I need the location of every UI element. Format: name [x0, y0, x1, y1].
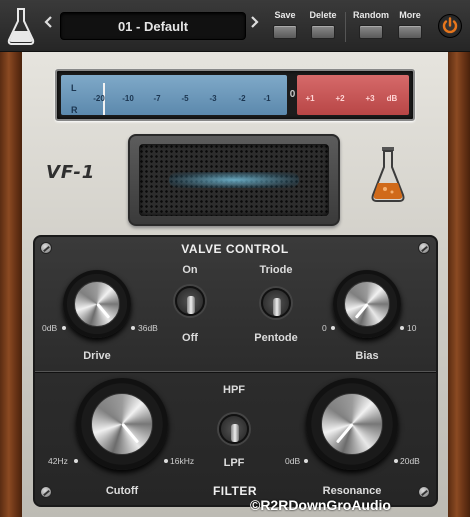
hpf-label: HPF [223, 384, 245, 396]
save-key[interactable] [273, 25, 297, 39]
meter-tick: -10 [122, 94, 134, 103]
power-icon [442, 17, 458, 34]
resonance-label: Resonance [322, 485, 382, 497]
bias-max-label: 10 [407, 323, 417, 333]
meter-tick: +3 [365, 94, 375, 103]
power-button[interactable] [438, 14, 462, 38]
watermark-text: ©R2RDownGroAudio [250, 497, 391, 513]
cutoff-label: Cutoff [105, 485, 139, 497]
resonance-knob[interactable] [306, 378, 398, 470]
hpf-lpf-switch-lever [231, 424, 239, 442]
drive-min-dot [62, 326, 66, 330]
cutoff-max-dot [164, 459, 168, 463]
meter-tick: -3 [209, 94, 217, 103]
random-button[interactable]: Random [353, 8, 389, 39]
next-preset-button[interactable] [250, 15, 260, 35]
resonance-min-label: 0dB [285, 456, 301, 466]
cutoff-min-dot [74, 459, 78, 463]
resonance-min-dot [304, 459, 308, 463]
bias-min-dot [331, 326, 335, 330]
hpf-lpf-switch[interactable] [219, 414, 249, 444]
screw-icon [418, 242, 430, 254]
filter-title: FILTER [212, 484, 258, 498]
toolbar: 01 - Default Save Delete Random More [0, 0, 470, 52]
cutoff-min-label: 42Hz [48, 456, 68, 466]
bias-knob[interactable] [333, 270, 401, 338]
panel-divider [35, 371, 436, 372]
cutoff-knob[interactable] [76, 378, 168, 470]
meter-negative-zone: L R -20 -10 -7 -5 -3 -2 -1 [61, 75, 287, 115]
meter-zero-label: 0 [289, 89, 296, 100]
tube-grille [139, 144, 329, 216]
delete-key[interactable] [311, 25, 335, 39]
valve-control-title: VALVE CONTROL [181, 242, 289, 256]
drive-knob[interactable] [63, 270, 131, 338]
model-name: VF-1 [46, 162, 96, 183]
prev-preset-button[interactable] [43, 15, 53, 35]
toolbar-divider [345, 12, 346, 42]
power-switch-on-label: On [182, 264, 198, 276]
left-channel-label: L [71, 83, 77, 93]
flask-logo-icon [7, 8, 35, 45]
on-off-switch[interactable] [175, 286, 205, 316]
random-label: Random [353, 10, 389, 20]
triode-pentode-switch[interactable] [261, 288, 291, 318]
random-key[interactable] [359, 25, 383, 39]
drive-min-label: 0dB [42, 323, 58, 333]
wood-side-right [448, 52, 470, 517]
right-channel-label: R [71, 105, 78, 115]
resonance-max-label: 20dB [400, 456, 420, 466]
drive-label: Drive [83, 350, 111, 362]
meter-positive-zone: +1 +2 +3 dB [297, 75, 409, 115]
pentode-label: Pentode [254, 332, 298, 344]
meter-tick: -5 [181, 94, 189, 103]
tube-glow [169, 172, 299, 188]
meter-tick: -1 [263, 94, 271, 103]
meter-tick: -7 [153, 94, 161, 103]
meter-tick: -20 [93, 94, 105, 103]
tube-window [128, 134, 340, 226]
level-meter: L R -20 -10 -7 -5 -3 -2 -1 0 +1 +2 +3 dB [55, 69, 415, 121]
triode-pentode-switch-lever [273, 298, 281, 316]
resonance-max-dot [394, 459, 398, 463]
chevron-left-icon [44, 16, 52, 28]
more-label: More [399, 10, 421, 20]
bias-label: Bias [355, 350, 379, 362]
on-off-switch-lever [187, 296, 195, 314]
triode-label: Triode [259, 264, 293, 276]
bias-max-dot [400, 326, 404, 330]
preset-name: 01 - Default [117, 18, 189, 34]
meter-tick: +2 [335, 94, 345, 103]
delete-label: Delete [309, 10, 337, 20]
bias-min-label: 0 [322, 323, 327, 333]
chevron-right-icon [251, 16, 259, 28]
meter-tick: dB [386, 94, 398, 103]
more-button[interactable]: More [392, 8, 428, 39]
delete-button[interactable]: Delete [305, 8, 341, 39]
cutoff-max-label: 16kHz [170, 456, 195, 466]
save-label: Save [274, 10, 296, 20]
screw-icon [40, 486, 52, 498]
screw-icon [40, 242, 52, 254]
flask-logo-icon [371, 147, 405, 202]
wood-side-left [0, 52, 22, 517]
drive-max-dot [131, 326, 135, 330]
save-button[interactable]: Save [267, 8, 303, 39]
drive-max-label: 36dB [138, 323, 158, 333]
power-switch-off-label: Off [182, 332, 198, 344]
lpf-label: LPF [223, 457, 245, 469]
more-key[interactable] [398, 25, 422, 39]
meter-tick: +1 [305, 94, 315, 103]
preset-display[interactable]: 01 - Default [60, 12, 246, 40]
meter-tick: -2 [238, 94, 246, 103]
